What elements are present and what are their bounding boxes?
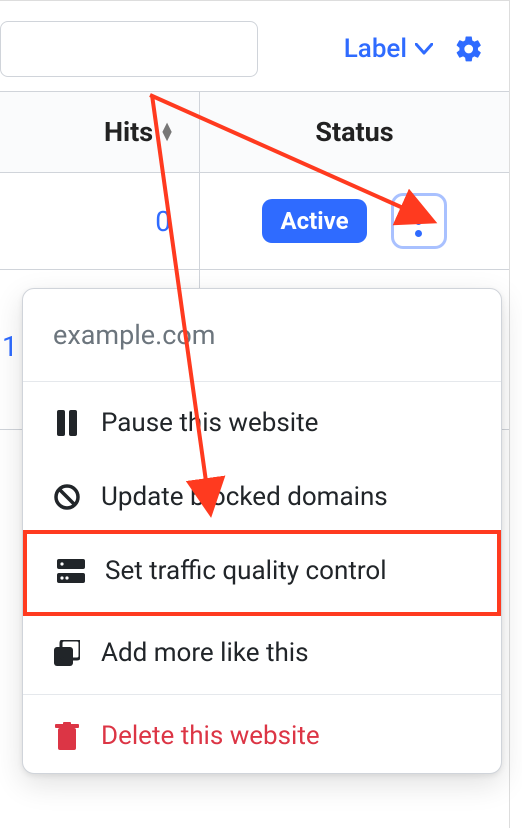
hits-cell[interactable]: 0: [0, 173, 200, 269]
pause-icon: [51, 410, 83, 436]
table-row: 0 Active: [0, 173, 509, 270]
server-icon: [55, 559, 87, 583]
search-input[interactable]: [0, 21, 258, 77]
menu-item-addmore-label: Add more like this: [101, 638, 309, 668]
sort-icon: ▲▼: [159, 123, 175, 141]
menu-item-delete[interactable]: Delete this website: [23, 695, 501, 773]
kebab-icon: [415, 206, 422, 237]
column-header-hits[interactable]: Hits ▲▼: [0, 92, 200, 172]
column-header-hits-label: Hits: [104, 116, 153, 148]
menu-item-blocked[interactable]: Update blocked domains: [23, 460, 501, 534]
menu-item-traffic-quality[interactable]: Set traffic quality control: [23, 530, 501, 616]
menu-item-add-more[interactable]: Add more like this: [23, 612, 501, 695]
toolbar: Label: [0, 1, 509, 91]
menu-item-traffic-label: Set traffic quality control: [105, 556, 387, 586]
row-actions-button[interactable]: [391, 193, 447, 249]
menu-item-pause[interactable]: Pause this website: [23, 382, 501, 460]
menu-item-pause-label: Pause this website: [101, 408, 318, 438]
row-actions-menu: example.com Pause this website Update bl…: [22, 288, 502, 774]
settings-button[interactable]: [449, 29, 489, 69]
menu-item-blocked-label: Update blocked domains: [101, 482, 388, 512]
column-header-status[interactable]: Status: [200, 92, 509, 172]
column-header-status-label: Status: [315, 116, 393, 148]
next-row-hits-peek: 1: [2, 330, 20, 363]
ban-icon: [51, 483, 83, 511]
table-header: Hits ▲▼ Status: [0, 91, 509, 173]
trash-icon: [51, 722, 83, 750]
status-cell: Active: [200, 173, 509, 269]
hits-value: 0: [155, 205, 171, 238]
clone-icon: [51, 640, 83, 666]
menu-header-domain: example.com: [23, 289, 501, 382]
label-dropdown-button[interactable]: Label: [344, 34, 433, 64]
status-text: Active: [280, 207, 348, 235]
status-badge: Active: [262, 199, 366, 243]
menu-item-delete-label: Delete this website: [101, 721, 320, 751]
label-text: Label: [344, 34, 407, 64]
gear-icon: [454, 34, 484, 64]
caret-down-icon: [415, 43, 433, 55]
